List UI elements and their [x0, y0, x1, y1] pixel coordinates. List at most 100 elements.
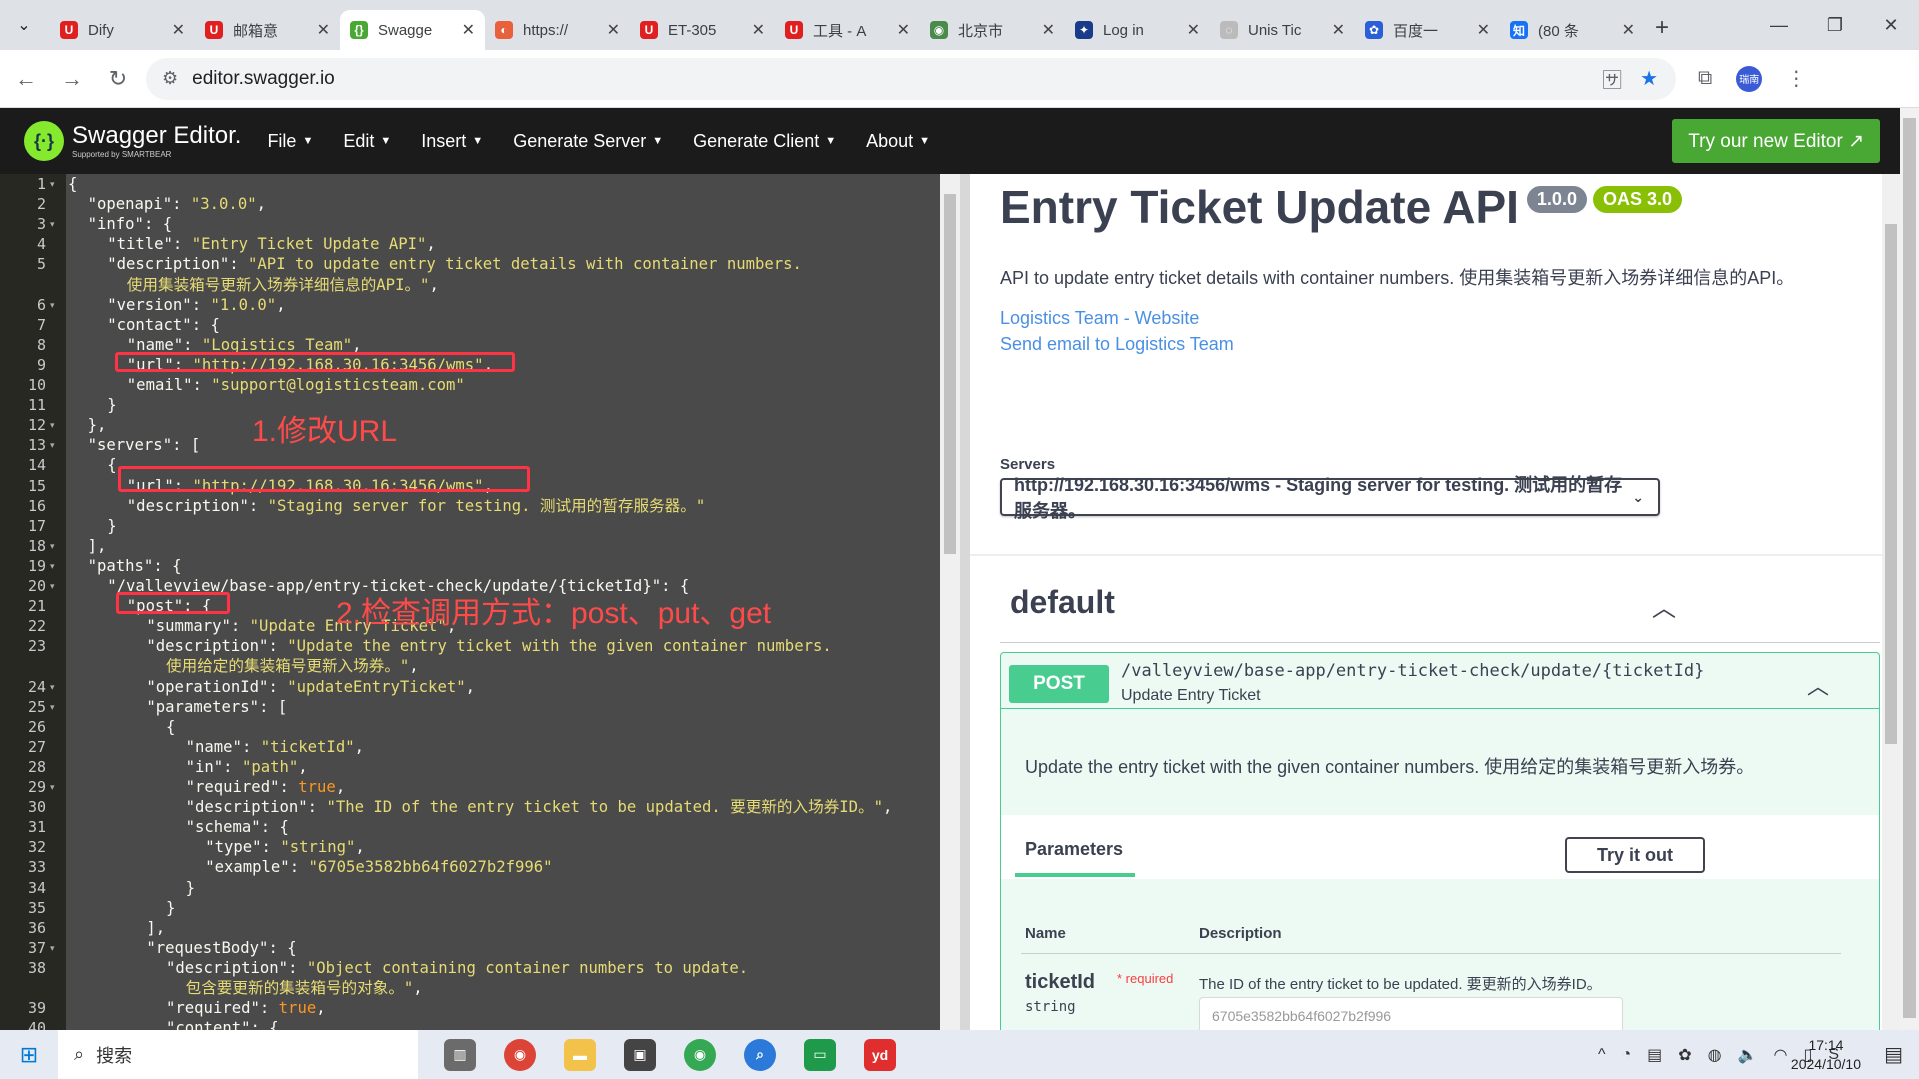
menu-item[interactable]: Generate Client ▼: [693, 131, 836, 152]
try-new-editor-button[interactable]: Try our new Editor ↗: [1672, 119, 1880, 163]
app-icon[interactable]: ▣: [624, 1038, 656, 1071]
wifi-icon[interactable]: ◠: [1774, 1045, 1788, 1065]
browser-tab[interactable]: {} Swagge ✕: [340, 10, 485, 50]
fold-toggle-icon[interactable]: ▾: [50, 435, 55, 455]
api-docs-panel: Entry Ticket Update API 1.0.0 OAS 3.0 AP…: [970, 174, 1882, 1030]
browser-tab[interactable]: U ET-305 ✕: [630, 10, 775, 50]
new-tab-icon[interactable]: +: [1655, 14, 1669, 42]
ticket-id-input[interactable]: 6705e3582bb64f6027b2f996: [1199, 997, 1623, 1030]
browser-menu-icon[interactable]: ⋮: [1786, 66, 1806, 91]
menu-item[interactable]: Edit ▼: [343, 131, 391, 152]
maximize-icon[interactable]: ❐: [1807, 0, 1863, 50]
reload-icon[interactable]: ↻: [98, 59, 138, 99]
browser-tab[interactable]: ◉ 北京市 ✕: [920, 10, 1065, 50]
browser-tab[interactable]: ✿ 百度一 ✕: [1355, 10, 1500, 50]
editor-scroll-thumb[interactable]: [944, 194, 956, 554]
fold-toggle-icon[interactable]: ▾: [50, 697, 55, 717]
caret-down-icon: ▼: [919, 135, 931, 147]
chevron-up-icon[interactable]: ︿: [1652, 588, 1676, 623]
tab-close-icon[interactable]: ✕: [1187, 20, 1200, 40]
fold-toggle-icon[interactable]: ▾: [50, 174, 55, 194]
tab-close-icon[interactable]: ✕: [317, 20, 330, 40]
tab-close-icon[interactable]: ✕: [897, 20, 910, 40]
volume-icon[interactable]: 🔈: [1738, 1045, 1758, 1065]
chevron-up-icon[interactable]: ︿: [1807, 669, 1829, 701]
page-scrollbar[interactable]: [1900, 108, 1919, 1030]
editor-scrollbar[interactable]: [940, 174, 960, 1030]
api-title: Entry Ticket Update API: [1000, 181, 1519, 233]
tab-close-icon[interactable]: ✕: [1622, 20, 1635, 40]
tab-search-icon[interactable]: ⌄: [6, 7, 42, 43]
tray-app-icon[interactable]: ◔: [1621, 1046, 1631, 1064]
tab-close-icon[interactable]: ✕: [607, 20, 620, 40]
fold-toggle-icon[interactable]: ▾: [50, 677, 55, 697]
url-bar[interactable]: ⚙ editor.swagger.io 🈂 ★: [146, 57, 1676, 100]
browser-tab[interactable]: 知 (80 条 ✕: [1500, 10, 1645, 50]
chrome-icon[interactable]: ◉: [504, 1038, 536, 1071]
fold-toggle-icon[interactable]: ▾: [50, 415, 55, 435]
fold-toggle-icon[interactable]: ▾: [50, 576, 55, 596]
minimize-icon[interactable]: —: [1751, 0, 1807, 50]
clock[interactable]: 17:14 2024/10/10: [1791, 1036, 1861, 1074]
browser-tab[interactable]: U Dify ✕: [50, 10, 195, 50]
menu-item[interactable]: About ▼: [866, 131, 930, 152]
fold-toggle-icon[interactable]: ▾: [50, 214, 55, 234]
swagger-logo[interactable]: {·} Swagger Editor. Supported by SMARTBE…: [24, 121, 241, 161]
extensions-icon[interactable]: ⧉: [1698, 67, 1712, 90]
site-info-icon[interactable]: ⚙: [162, 68, 178, 89]
chrome-icon[interactable]: ◉: [684, 1038, 716, 1071]
taskbar-search[interactable]: ⌕ 搜索: [58, 1030, 418, 1079]
remote-desktop-icon[interactable]: ▭: [804, 1038, 836, 1071]
tab-close-icon[interactable]: ✕: [752, 20, 765, 40]
menu-item[interactable]: File ▼: [267, 131, 313, 152]
pane-divider[interactable]: [960, 174, 970, 1030]
bookmark-star-icon[interactable]: ★: [1640, 66, 1658, 91]
browser-tab[interactable]: U 邮箱意 ✕: [195, 10, 340, 50]
back-icon[interactable]: ←: [6, 59, 46, 99]
tab-close-icon[interactable]: ✕: [462, 20, 475, 40]
wechat-icon[interactable]: ◍: [1708, 1045, 1722, 1065]
fold-toggle-icon[interactable]: ▾: [50, 777, 55, 797]
servers-select[interactable]: http://192.168.30.16:3456/wms - Staging …: [1000, 475, 1660, 521]
docs-scrollbar[interactable]: [1882, 174, 1900, 1030]
translate-icon[interactable]: 🈂: [1602, 64, 1622, 93]
tab-parameters[interactable]: Parameters: [1025, 839, 1123, 860]
tab-title: Unis Tic: [1248, 21, 1302, 39]
page-scroll-thumb[interactable]: [1903, 118, 1916, 1018]
menu-item[interactable]: Insert ▼: [421, 131, 483, 152]
docs-scroll-thumb[interactable]: [1885, 224, 1897, 744]
contact-email-link[interactable]: Send email to Logistics Team: [1000, 334, 1234, 355]
chevron-up-icon[interactable]: ^: [1598, 1046, 1606, 1064]
browser-tab[interactable]: ✦ Log in ✕: [1065, 10, 1210, 50]
tag-heading[interactable]: default: [1010, 584, 1115, 621]
search-app-icon[interactable]: ⌕: [744, 1038, 776, 1071]
tab-close-icon[interactable]: ✕: [1332, 20, 1345, 40]
youdao-icon[interactable]: yd: [864, 1038, 896, 1071]
tray-app-icon[interactable]: ✿: [1678, 1045, 1691, 1065]
contact-website-link[interactable]: Logistics Team - Website: [1000, 308, 1199, 329]
menu-item[interactable]: Generate Server ▼: [513, 131, 663, 152]
fold-toggle-icon[interactable]: ▾: [50, 295, 55, 315]
try-it-out-button[interactable]: Try it out: [1565, 837, 1705, 873]
caret-down-icon: ▼: [380, 135, 392, 147]
fold-toggle-icon[interactable]: ▾: [50, 556, 55, 576]
browser-tab[interactable]: ◌ Unis Tic ✕: [1210, 10, 1355, 50]
close-window-icon[interactable]: ✕: [1863, 0, 1919, 50]
tab-close-icon[interactable]: ✕: [1477, 20, 1490, 40]
fold-toggle-icon[interactable]: ▾: [50, 536, 55, 556]
task-view-icon[interactable]: ▥: [444, 1038, 476, 1071]
forward-icon[interactable]: →: [52, 59, 92, 99]
browser-tab[interactable]: ◐ https:// ✕: [485, 10, 630, 50]
tray-app-icon[interactable]: ▤: [1647, 1045, 1662, 1065]
tab-close-icon[interactable]: ✕: [172, 20, 185, 40]
tab-title: https://: [523, 21, 569, 39]
file-explorer-icon[interactable]: ▬: [564, 1038, 596, 1071]
fold-toggle-icon[interactable]: ▾: [50, 938, 55, 958]
operation-summary[interactable]: POST /valleyview/base-app/entry-ticket-c…: [1001, 653, 1879, 709]
profile-avatar[interactable]: 瑞南: [1736, 65, 1763, 92]
notification-icon[interactable]: ▤: [1884, 1042, 1903, 1067]
code-editor[interactable]: 1 ▾ 2 3 ▾ 4 5 6 ▾ 7 8 9 10 11 12 ▾ 13 ▾ 14 15 16 17 18 ▾ 19 ▾ 20 ▾ 2…: [0, 174, 940, 1030]
tab-close-icon[interactable]: ✕: [1042, 20, 1055, 40]
browser-tab[interactable]: U 工具 - A ✕: [775, 10, 920, 50]
windows-start-icon[interactable]: ⊞: [0, 1030, 58, 1079]
